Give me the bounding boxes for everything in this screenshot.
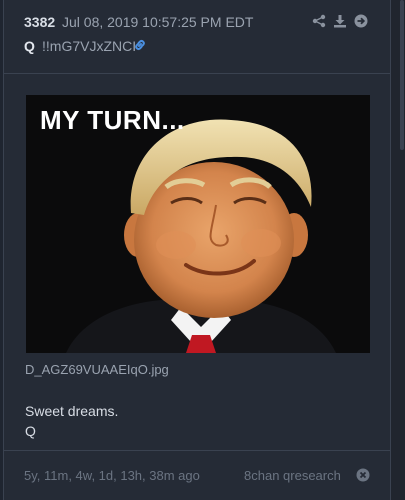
post-author: Q: [24, 38, 35, 54]
post-header: [3, 0, 391, 74]
forward-arrow-icon[interactable]: [354, 14, 368, 28]
image-filename[interactable]: D_AGZ69VUAAEIqO.jpg: [25, 362, 169, 377]
image-overlay-text: MY TURN...: [40, 105, 185, 135]
post-date: Jul 08, 2019 10:57:25 PM EDT: [62, 14, 254, 30]
post-age: 5y, 11m, 4w, 1d, 13h, 38m ago: [24, 468, 200, 483]
download-icon[interactable]: [333, 14, 347, 28]
post-number[interactable]: 3382: [24, 14, 55, 30]
post-source[interactable]: 8chan qresearch: [244, 468, 341, 483]
post-body-signature: Q: [25, 423, 36, 439]
post-image[interactable]: MY TURN...: [26, 95, 370, 353]
close-circle-icon[interactable]: [356, 468, 370, 482]
tripcode: !!mG7VJxZNCI: [42, 38, 137, 54]
scrollbar-thumb[interactable]: [400, 0, 404, 150]
share-icon[interactable]: [312, 14, 326, 28]
post-body-line: Sweet dreams.: [25, 403, 119, 419]
link-icon[interactable]: [133, 38, 147, 52]
